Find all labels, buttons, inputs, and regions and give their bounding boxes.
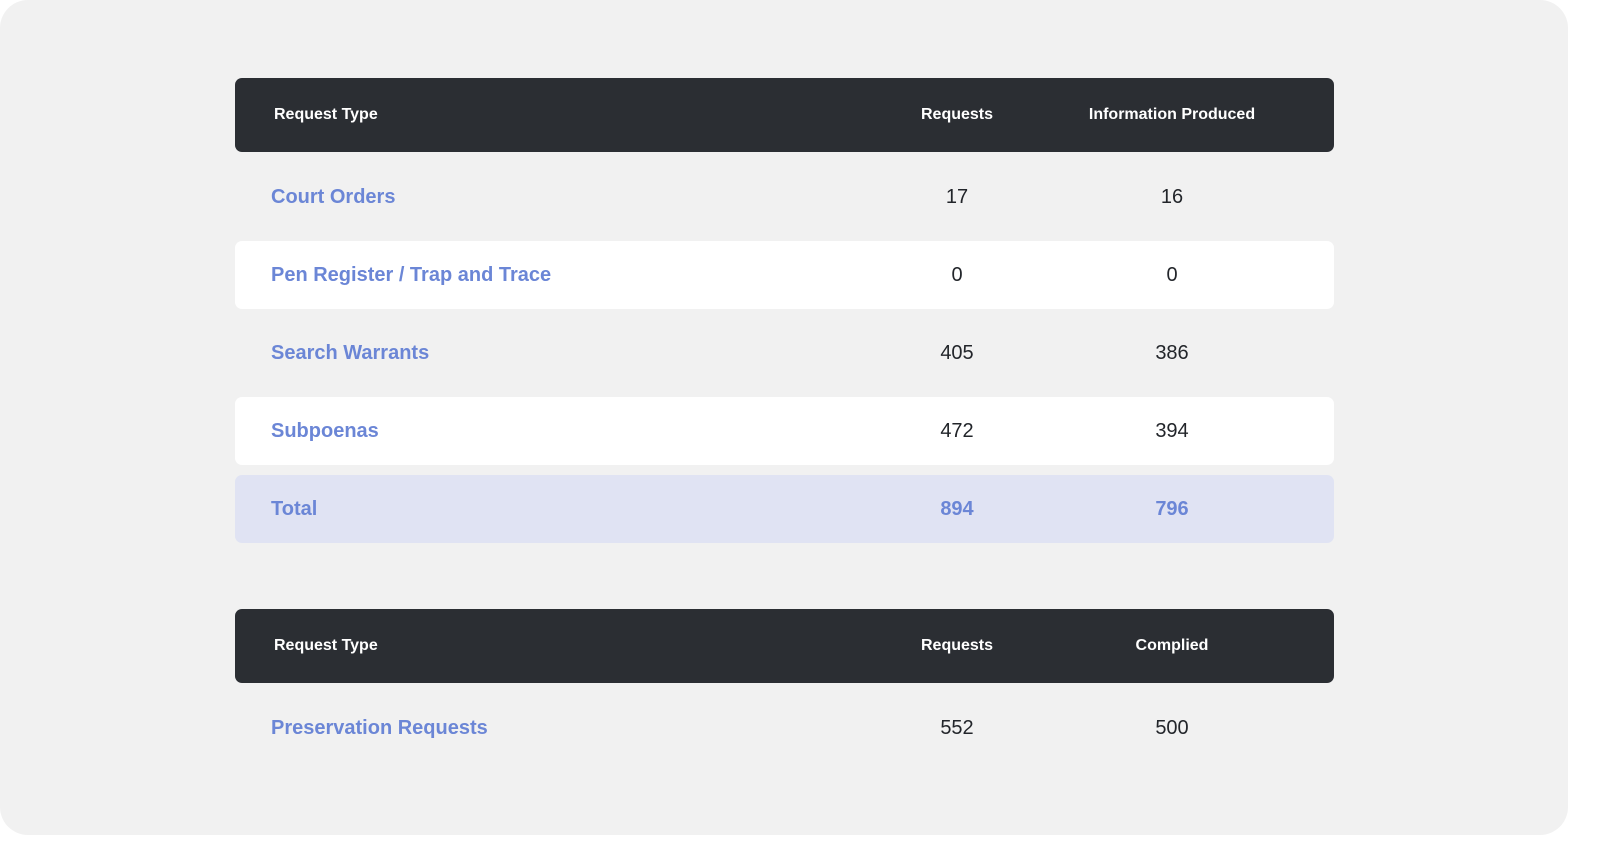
legal-requests-table: Request Type Requests Information Produc… (235, 78, 1334, 543)
row-request-type: Search Warrants (271, 341, 430, 364)
row-request-type: Subpoenas (271, 419, 379, 442)
header-request-type: Request Type (274, 637, 378, 654)
table-header: Request Type Requests Complied (235, 609, 1334, 683)
table-header: Request Type Requests Information Produc… (235, 78, 1334, 152)
header-information-produced: Information Produced (1088, 106, 1256, 123)
table-row: Subpoenas 472 394 (235, 397, 1334, 465)
row-requests-value: 405 (940, 341, 974, 364)
header-requests: Requests (920, 106, 994, 123)
total-requests-value: 894 (940, 497, 974, 520)
table-row: Search Warrants 405 386 (235, 319, 1334, 387)
row-information-value: 16 (1160, 185, 1184, 208)
row-requests-value: 17 (945, 185, 969, 208)
total-label: Total (271, 497, 318, 520)
total-information-value: 796 (1155, 497, 1189, 520)
row-requests-value: 552 (940, 716, 974, 739)
header-requests: Requests (920, 637, 994, 654)
row-request-type: Court Orders (271, 185, 396, 208)
total-row: Total 894 796 (235, 475, 1334, 543)
row-complied-value: 500 (1155, 716, 1189, 739)
table-row: Pen Register / Trap and Trace 0 0 (235, 241, 1334, 309)
table-row: Preservation Requests 552 500 (235, 694, 1334, 762)
row-information-value: 394 (1155, 419, 1189, 442)
page-background: Request Type Requests Information Produc… (0, 0, 1568, 835)
table-row: Court Orders 17 16 (235, 163, 1334, 231)
header-complied: Complied (1135, 637, 1209, 654)
row-request-type: Preservation Requests (271, 716, 488, 739)
row-information-value: 0 (1166, 263, 1178, 286)
row-requests-value: 472 (940, 419, 974, 442)
row-requests-value: 0 (951, 263, 963, 286)
header-request-type: Request Type (274, 106, 378, 123)
preservation-requests-table: Request Type Requests Complied Preservat… (235, 609, 1334, 762)
row-information-value: 386 (1155, 341, 1189, 364)
row-request-type: Pen Register / Trap and Trace (271, 263, 552, 286)
